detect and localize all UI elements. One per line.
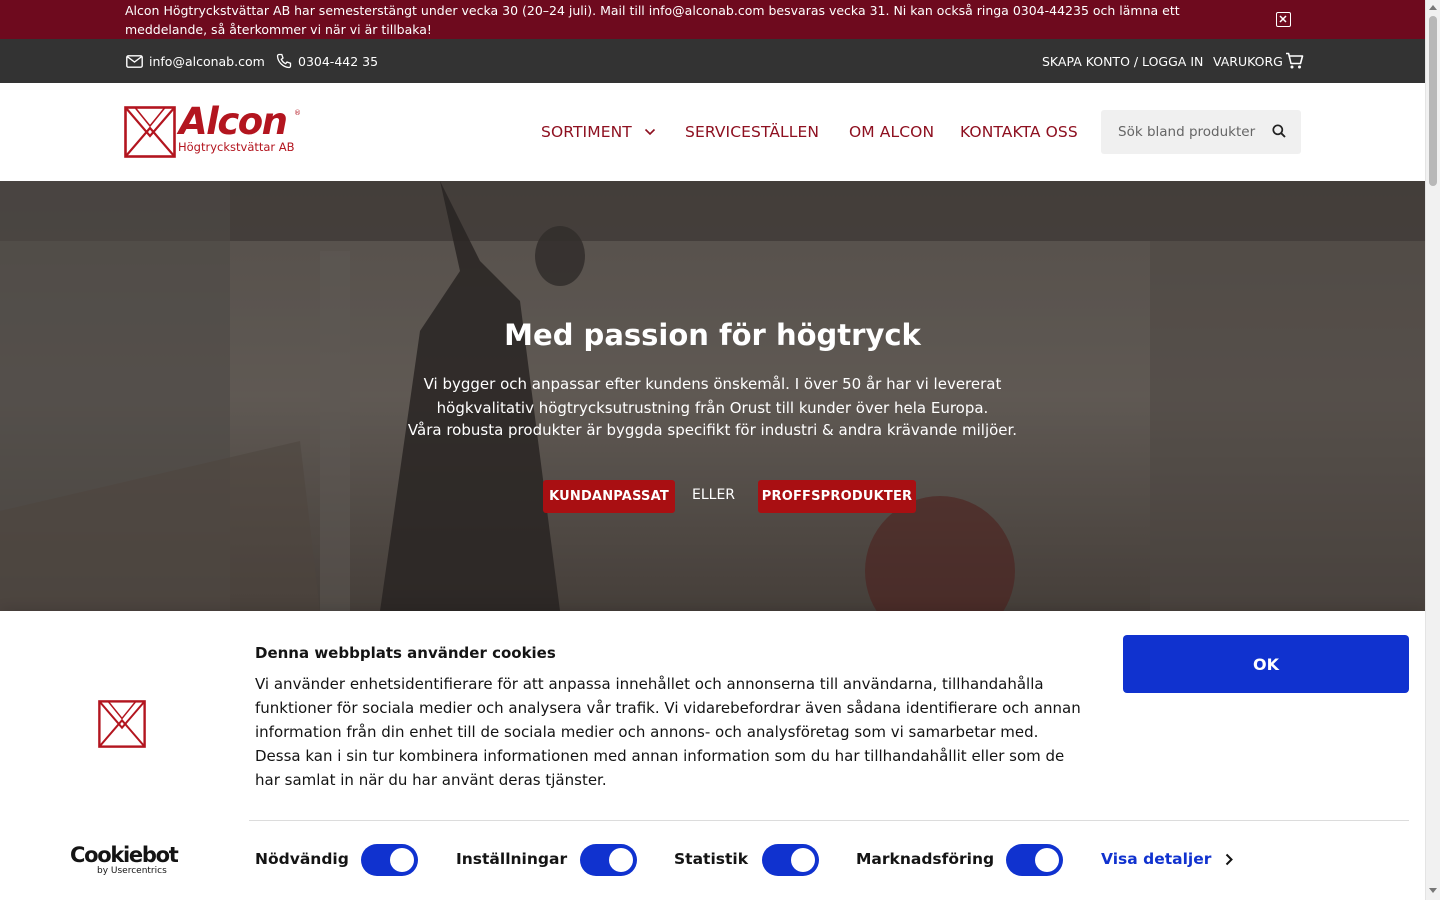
show-details-label: Visa detaljer	[1101, 850, 1212, 868]
hero-description-line: Vi bygger och anpassar efter kundens öns…	[423, 375, 1002, 393]
site-logo[interactable]: Alcon ® Högtryckstvättar AB	[124, 101, 304, 159]
toggle-knob	[791, 848, 815, 872]
scroll-up-arrow-icon[interactable]	[1429, 5, 1437, 10]
nav-servicestallen-label: SERVICESTÄLLEN	[685, 123, 820, 141]
consent-toggle-preferences[interactable]	[580, 844, 637, 876]
cookiebot-logo[interactable]: Cookiebot by Usercentrics	[70, 843, 179, 880]
consent-label-necessary: Nödvändig	[255, 850, 349, 868]
cart-label: VARUKORG	[1213, 53, 1283, 69]
consent-toggle-necessary[interactable]	[361, 844, 418, 876]
consent-label-marketing: Marknadsföring	[856, 850, 995, 868]
page-scrollbar[interactable]	[1425, 0, 1440, 900]
toggle-knob	[1035, 848, 1059, 872]
phone-icon	[276, 53, 292, 69]
cart-icon	[1285, 52, 1304, 69]
cart-link[interactable]: VARUKORG	[1213, 39, 1304, 83]
hero-description-line: Våra robusta produkter är byggda specifi…	[407, 421, 1018, 439]
phone-text: 0304-442 35	[298, 53, 379, 69]
hero-description-line: högkvalitativ högtrycksutrustning från O…	[436, 399, 989, 417]
scroll-down-arrow-icon[interactable]	[1429, 888, 1437, 893]
nav-kontakta-oss[interactable]: KONTAKTA OSS	[960, 83, 1078, 181]
scrollbar-thumb[interactable]	[1429, 16, 1437, 186]
cookiebot-brand: Cookiebot	[70, 843, 179, 867]
cookie-body-text: Vi använder enhetsidentifierare för att …	[255, 675, 1081, 789]
kundanpassat-button[interactable]: KUNDANPASSAT	[543, 480, 675, 513]
hero-title: Med passion för högtryck	[504, 318, 921, 352]
nav-sortiment-label: SORTIMENT	[541, 123, 632, 141]
nav-sortiment[interactable]: SORTIMENT	[541, 83, 656, 181]
toggle-knob	[609, 848, 633, 872]
search-input[interactable]	[1101, 110, 1266, 154]
proffsprodukter-button[interactable]: PROFFSPRODUKTER	[758, 480, 916, 513]
nav-kontakta-oss-label: KONTAKTA OSS	[960, 123, 1078, 141]
logo-subtitle: Högtryckstvättar AB	[178, 140, 295, 154]
consent-toggle-marketing[interactable]	[1006, 844, 1063, 876]
show-details-link[interactable]: Visa detaljer	[1101, 850, 1234, 868]
search-icon[interactable]	[1272, 124, 1286, 138]
hero-or-text: ELLER	[692, 487, 736, 503]
nav-om-alcon-label: OM ALCON	[849, 123, 935, 141]
consent-label-statistics: Statistik	[674, 850, 749, 868]
cookie-consent-banner: Cookiebot by Usercentrics Denna webbplat…	[0, 611, 1425, 900]
consent-toggle-statistics[interactable]	[762, 844, 819, 876]
announcement-bar: Alcon Högtryckstvättar AB har semesterst…	[0, 0, 1425, 39]
account-label: SKAPA KONTO / LOGGA IN	[1042, 53, 1204, 69]
nav-om-alcon[interactable]: OM ALCON	[849, 83, 934, 181]
top-utility-bar: info@alconab.com 0304-442 35 SKAPA KONTO…	[0, 39, 1425, 83]
hero-section: Med passion för högtryck Vi bygger och a…	[0, 181, 1425, 611]
site-header: Alcon ® Högtryckstvättar AB SORTIMENT SE…	[0, 83, 1425, 181]
email-text: info@alconab.com	[149, 53, 265, 69]
close-icon[interactable]	[1276, 12, 1291, 27]
cookie-divider	[249, 820, 1409, 821]
hero-overlay	[0, 181, 1425, 611]
email-link[interactable]: info@alconab.com	[126, 39, 265, 83]
alcon-logo-mark-icon	[98, 700, 146, 748]
chevron-right-icon	[1226, 853, 1234, 865]
toggle-knob	[390, 848, 414, 872]
cookiebot-brand-sub: by Usercentrics	[97, 866, 167, 876]
envelope-icon	[126, 54, 143, 68]
phone-link[interactable]: 0304-442 35	[276, 39, 378, 83]
alcon-logo-mark-icon	[124, 106, 176, 158]
cookie-title: Denna webbplats använder cookies	[255, 644, 556, 662]
logo-wordmark: Alcon	[179, 100, 288, 143]
logo-registered-mark: ®	[294, 109, 301, 117]
nav-servicestallen[interactable]: SERVICESTÄLLEN	[685, 83, 819, 181]
chevron-down-icon	[644, 128, 655, 136]
account-link[interactable]: SKAPA KONTO / LOGGA IN	[1042, 39, 1203, 83]
cookie-ok-button[interactable]: OK	[1123, 635, 1409, 693]
search-box	[1101, 110, 1301, 154]
announcement-text: Alcon Högtryckstvättar AB har semesterst…	[125, 3, 1180, 37]
consent-label-preferences: Inställningar	[456, 850, 568, 868]
